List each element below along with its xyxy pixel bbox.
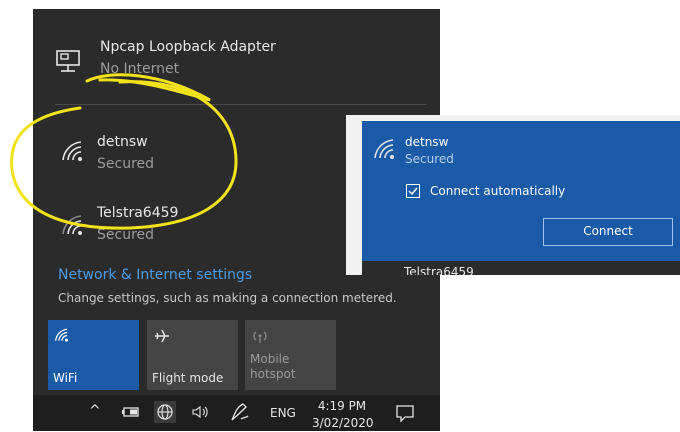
wifi-tile[interactable]: WiFi [48,320,139,390]
popup-next-network[interactable]: Telstra6459 [362,261,680,275]
wifi-icon [62,215,82,235]
connect-automatically-label: Connect automatically [430,184,566,198]
language-indicator[interactable]: ENG [270,406,296,420]
network-name: Telstra6459 [97,205,179,221]
flight-mode-tile[interactable]: Flight mode [147,320,238,390]
battery-icon[interactable] [121,405,141,419]
show-hidden-icons-chevron-icon[interactable]: ^ [89,403,101,419]
network-item-npcap[interactable]: Npcap Loopback Adapter No Internet [33,34,440,90]
network-name: Npcap Loopback Adapter [100,39,276,55]
clock-date: 3/02/2020 [312,416,374,430]
tile-label: Mobile hotspot [250,352,296,381]
checkmark-icon [408,187,418,196]
wifi-icon [374,139,394,159]
wifi-icon [55,328,68,342]
mobile-hotspot-tile[interactable]: Mobile hotspot [245,320,336,390]
divider [55,104,427,105]
clock[interactable]: 4:19 PM 3/02/2020 [312,398,374,432]
network-name: Telstra6459 [404,265,474,275]
network-settings-link[interactable]: Network & Internet settings [58,267,252,283]
hotspot-icon [253,331,267,343]
popup-network-name: detnsw [405,135,449,149]
wifi-icon [62,141,82,161]
tile-label: WiFi [53,371,78,385]
action-center-icon[interactable] [395,403,415,423]
network-name: detnsw [97,134,148,150]
ethernet-icon [56,50,80,72]
top-margin [33,0,440,9]
network-globe-icon[interactable] [154,401,176,423]
popup-network-status: Secured [405,152,454,166]
tile-label: Flight mode [152,371,224,385]
airplane-icon [155,329,169,343]
volume-icon[interactable] [191,405,211,419]
connect-button[interactable]: Connect [543,218,673,246]
network-status: Secured [97,156,155,172]
network-settings-hint: Change settings, such as making a connec… [58,291,397,305]
pen-ink-workspace-icon[interactable] [229,401,251,423]
network-status: Secured [97,227,155,243]
connect-automatically-checkbox[interactable] [406,184,420,198]
clock-time: 4:19 PM [317,399,367,413]
network-status: No Internet [100,61,180,77]
